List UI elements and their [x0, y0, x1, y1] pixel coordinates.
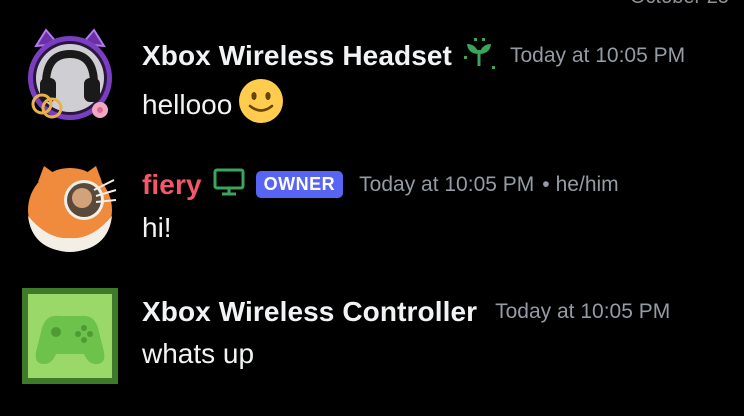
message-content: whats up [142, 338, 254, 370]
timestamp[interactable]: Today at 10:05 PM [495, 300, 670, 324]
pronouns: he/him [555, 172, 619, 196]
username[interactable]: fiery [142, 169, 202, 201]
message-header: Xbox Wireless Controller Today at 10:05 … [142, 296, 670, 328]
username[interactable]: Xbox Wireless Headset [142, 40, 452, 72]
message-header: fiery OWNER Today at 10:05 PM • he/him [142, 166, 619, 203]
controller-avatar-image [22, 288, 118, 384]
username[interactable]: Xbox Wireless Controller [142, 296, 477, 328]
slightly-smiling-face-icon[interactable] [238, 78, 284, 131]
avatar[interactable] [22, 28, 118, 124]
headset-avatar-image [28, 28, 112, 120]
timestamp[interactable]: Today at 10:05 PM [359, 173, 534, 197]
message-text: whats up [142, 338, 255, 369]
monitor-icon[interactable] [212, 166, 246, 203]
message-text: hi! [142, 212, 172, 243]
message-text: hellooo [142, 88, 233, 120]
fiery-avatar-image [28, 166, 117, 252]
owner-badge: OWNER [255, 171, 344, 198]
message-content: hi! [142, 212, 172, 244]
sprout-icon[interactable] [462, 36, 496, 75]
timestamp[interactable]: Today at 10:05 PM [510, 44, 685, 68]
message-header: Xbox Wireless Headset Today at 10:05 PM [142, 36, 685, 75]
date-divider: October 25 [630, 0, 729, 9]
message-content: hellooo [142, 78, 284, 131]
pronoun-separator: • [542, 172, 550, 196]
avatar[interactable] [22, 288, 118, 384]
avatar[interactable] [22, 160, 118, 256]
